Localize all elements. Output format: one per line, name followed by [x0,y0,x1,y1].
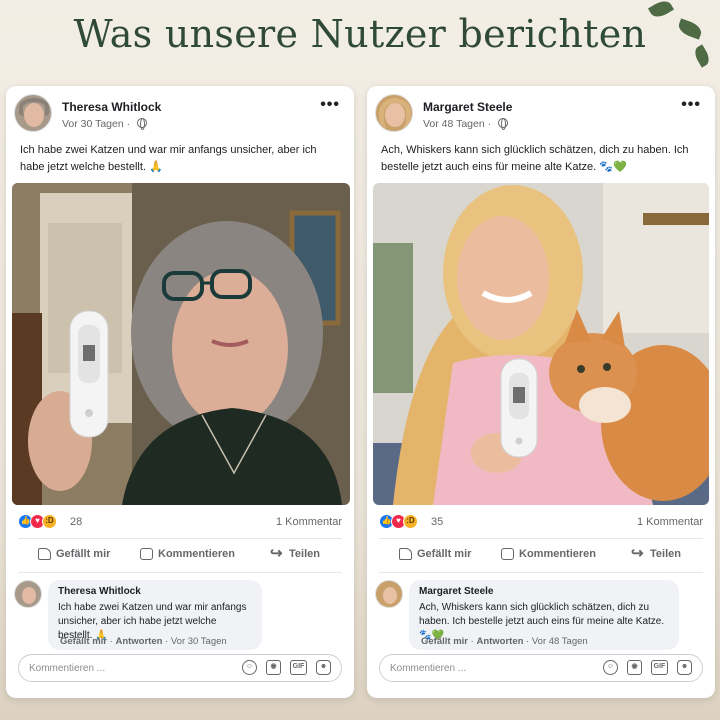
meta-separator: · [126,118,131,130]
post-photo-woman-holding-device[interactable] [12,183,350,505]
comment: Theresa Whitlock Ich habe zwei Katzen un… [14,580,346,650]
avatar[interactable] [375,580,403,608]
post-author[interactable]: Theresa Whitlock [62,100,161,114]
more-options-icon[interactable]: ••• [681,96,701,114]
post-text: Ach, Whiskers kann sich glücklich schätz… [381,144,689,173]
post-meta: Vor 48 Tagen · [423,117,509,130]
avatar[interactable] [375,94,413,132]
comment-reply-link[interactable]: Antworten [115,636,162,647]
divider [18,572,342,573]
comment-reply-link[interactable]: Antworten [476,636,523,647]
post-time[interactable]: Vor 30 Tagen [62,118,124,130]
thumbs-up-icon [38,548,51,560]
comment-button[interactable]: Kommentieren [501,548,596,560]
comment-label: Kommentieren [158,548,236,560]
like-label: Gefällt mir [417,548,472,560]
like-label: Gefällt mir [56,548,111,560]
like-button[interactable]: Gefällt mir [399,548,471,560]
globe-icon [137,117,148,130]
speech-bubble-icon [501,548,514,560]
comment-input[interactable]: Kommentieren ... ☺ ◉ GIF ☻ [379,654,703,682]
reactions-bar: 👍 ♥:D 35 1 Kommentar [379,514,703,532]
comment-placeholder: Kommentieren ... [29,663,106,674]
comment-count[interactable]: 1 Kommentar [637,516,703,528]
share-arrow-icon [270,544,284,562]
emoji-icon[interactable]: ☺ [603,660,618,675]
sticker-icon[interactable]: ☻ [316,660,331,675]
post-author[interactable]: Margaret Steele [423,100,512,114]
sticker-icon[interactable]: ☻ [677,660,692,675]
comment-input[interactable]: Kommentieren ... ☺ ◉ GIF ☻ [18,654,342,682]
divider [379,538,703,539]
comment-like-link[interactable]: Gefällt mir [421,636,468,647]
comment-meta: Gefällt mir · Antworten · Vor 48 Tagen [421,636,588,647]
camera-icon[interactable]: ◉ [266,660,281,675]
share-label: Teilen [650,548,681,560]
comment-button[interactable]: Kommentieren [140,548,235,560]
divider [18,538,342,539]
comment: Margaret Steele Ach, Whiskers kann sich … [375,580,707,650]
post-actions: Gefällt mir Kommentieren Teilen [379,544,703,568]
emoji-icon[interactable]: ☺ [242,660,257,675]
post-actions: Gefällt mir Kommentieren Teilen [18,544,342,568]
comment-like-link[interactable]: Gefällt mir [60,636,107,647]
reactions-bar: 👍 ♥:D 28 1 Kommentar [18,514,342,532]
comment-author[interactable]: Margaret Steele [419,586,669,597]
comment-author[interactable]: Theresa Whitlock [58,586,252,597]
haha-icon: :D [42,514,57,529]
thumbs-up-icon [399,548,412,560]
comment-placeholder: Kommentieren ... [390,663,467,674]
post-meta: Vor 30 Tagen · [62,117,148,130]
gif-icon[interactable]: GIF [290,660,307,675]
camera-icon[interactable]: ◉ [627,660,642,675]
globe-icon [498,117,509,130]
share-arrow-icon [631,544,645,562]
post-text: Ich habe zwei Katzen und war mir anfangs… [20,144,317,173]
page-headline: Was unsere Nutzer berichten [73,12,647,56]
share-button[interactable]: Teilen [631,544,681,562]
review-card-theresa: Theresa Whitlock Vor 30 Tagen · ••• Ich … [6,86,354,698]
like-button[interactable]: Gefällt mir [38,548,110,560]
reaction-count[interactable]: 35 [431,516,443,528]
divider [379,572,703,573]
post-time[interactable]: Vor 48 Tagen [423,118,485,130]
post-header: Theresa Whitlock Vor 30 Tagen · ••• [14,94,346,134]
avatar[interactable] [14,580,42,608]
review-card-margaret: Margaret Steele Vor 48 Tagen · ••• Ach, … [367,86,715,698]
gif-icon[interactable]: GIF [651,660,668,675]
avatar[interactable] [14,94,52,132]
speech-bubble-icon [140,548,153,560]
comment-time: Vor 48 Tagen [531,636,588,647]
more-options-icon[interactable]: ••• [320,96,340,114]
reaction-count[interactable]: 28 [70,516,82,528]
comment-meta: Gefällt mir · Antworten · Vor 30 Tagen [60,636,227,647]
meta-separator: · [487,118,492,130]
haha-icon: :D [403,514,418,529]
post-photo-woman-with-cat[interactable] [373,183,709,505]
share-button[interactable]: Teilen [270,544,320,562]
post-header: Margaret Steele Vor 48 Tagen · ••• [375,94,707,134]
comment-label: Kommentieren [519,548,597,560]
comment-count[interactable]: 1 Kommentar [276,516,342,528]
share-label: Teilen [289,548,320,560]
comment-time: Vor 30 Tagen [170,636,227,647]
